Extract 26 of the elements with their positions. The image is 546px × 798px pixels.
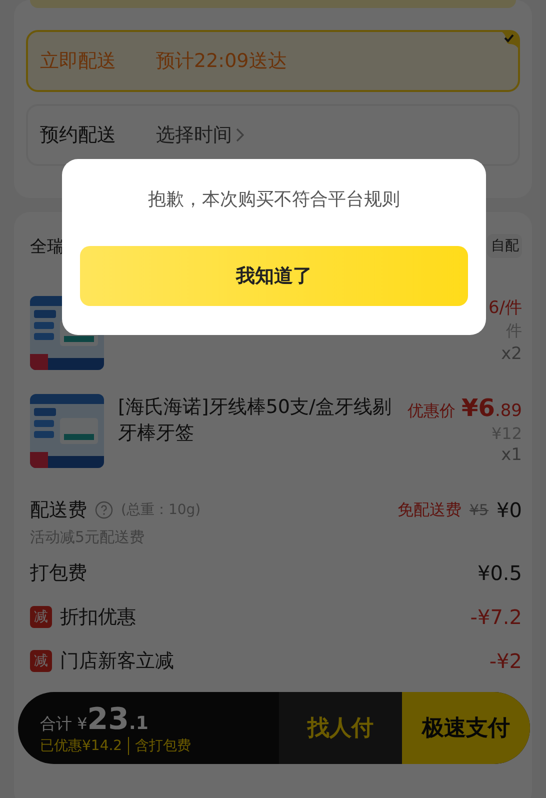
discount-label: 门店新客立减 [60,649,174,674]
discount-value: -¥2 [489,649,522,673]
packaging-note: 含打包费 [128,736,192,754]
total-price: 合计 ¥23.1 [40,702,150,736]
fee-value: ¥0.5 [477,561,522,585]
pay-button[interactable]: 极速支付 [402,692,530,764]
dialog-message: 抱歉，本次购买不符合平台规则 [148,188,400,211]
delivery-option[interactable]: 预约配送 选择时间 [26,104,520,166]
discount-value: -¥7.2 [470,605,522,629]
discount-tag: 减 [30,650,52,672]
discount-tag: 减 [30,606,52,628]
product-price: 6/件 [488,297,522,319]
fee-value: ¥0 [496,498,522,522]
discount-label: 折扣优惠 [60,605,136,630]
savings-text: 已优惠¥14.2 [40,736,122,754]
help-icon[interactable] [95,501,113,519]
delivery-tag: 自配 [487,234,522,258]
fee-label: 配送费 [30,498,87,523]
fee-label: 打包费 [30,561,87,586]
ask-friend-button[interactable]: 找人付 [279,692,402,764]
product-price: 优惠价 ¥6.89 [408,394,522,422]
confirm-button[interactable]: 我知道了 [80,246,468,306]
product-title: [海氏海诺]牙线棒50支/盒牙线剔牙棒牙签 [118,395,392,446]
delivery-option[interactable]: 立即配送 预计22:09送达 [26,30,520,92]
chevron-right-icon [236,128,244,142]
free-delivery-label: 免配送费 [397,500,462,520]
